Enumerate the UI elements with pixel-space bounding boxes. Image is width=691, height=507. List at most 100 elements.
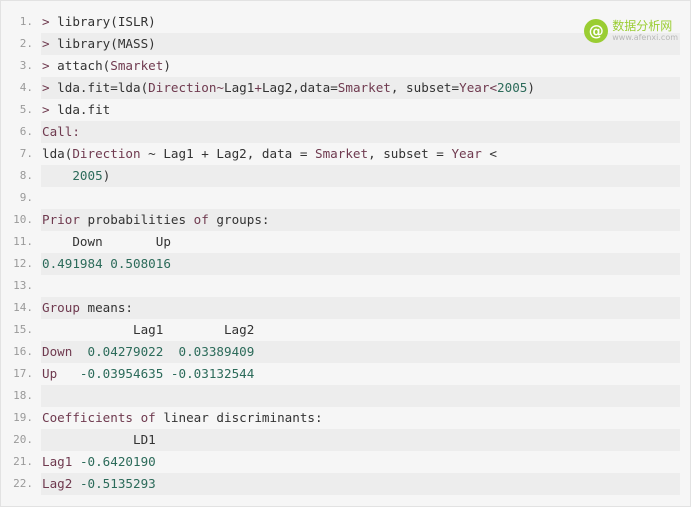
code-token: ~: [216, 80, 225, 95]
logo-glyph: @: [588, 22, 604, 40]
code-token: Call:: [42, 124, 80, 139]
code-line: 16. Down 0.04279022 0.03389409: [1, 341, 690, 363]
code-text: Call:: [42, 121, 80, 143]
code-text: Group means:: [42, 297, 133, 319]
code-token: 0.491984 0.508016: [42, 256, 171, 271]
code-text: Lag2 -0.5135293: [42, 473, 156, 495]
code-token: Coefficients: [42, 410, 133, 425]
code-token: ~ Lag1 + Lag2, data =: [140, 146, 315, 161]
code-token: 2005: [497, 80, 528, 95]
code-text: 0.491984 0.508016: [42, 253, 171, 275]
code-text: Up -0.03954635 -0.03132544: [42, 363, 254, 385]
code-token: ): [527, 80, 535, 95]
code-text: Down Up: [42, 231, 171, 253]
line-number: 9.: [19, 191, 33, 204]
code-token: Lag2,data=: [261, 80, 338, 95]
code-token: Lag1: [224, 80, 255, 95]
code-token: >: [42, 36, 58, 51]
code-line: 21. Lag1 -0.6420190: [1, 451, 690, 473]
code-token: Smarket: [110, 58, 164, 73]
code-block: 1. > library(ISLR) 2. > library(MASS) 3. > at…: [0, 0, 691, 507]
code-token: 2005: [72, 168, 103, 183]
line-number: 15.: [13, 323, 33, 336]
line-number: 8.: [19, 169, 33, 182]
code-text: LD1: [42, 429, 156, 451]
line-number: 14.: [13, 301, 33, 314]
code-token: >: [42, 102, 58, 117]
code-line: 19. Coefficients of linear discriminants:: [1, 407, 690, 429]
code-token: lda.fit=lda(: [57, 80, 149, 95]
line-number: 12.: [13, 257, 33, 270]
code-text: > library(MASS): [42, 33, 156, 55]
line-number: 5.: [19, 103, 33, 116]
code-token: -0.03954635 -0.03132544: [79, 366, 255, 381]
code-line: 4. > lda.fit=lda(Direction~Lag1+Lag2,data…: [1, 77, 690, 99]
code-text: Lag1 -0.6420190: [42, 451, 156, 473]
code-token: probabilities: [79, 212, 194, 227]
line-number: 22.: [13, 477, 33, 490]
code-token: -0.5135293: [79, 476, 156, 491]
code-line: 14. Group means:: [1, 297, 690, 319]
watermark-title: 数据分析网: [612, 19, 673, 33]
code-line: 12. 0.491984 0.508016: [1, 253, 690, 275]
code-line: 9.: [1, 187, 690, 209]
code-token: groups:: [208, 212, 270, 227]
code-token: Down: [42, 344, 73, 359]
code-token: -0.6420190: [79, 454, 156, 469]
line-number: 16.: [13, 345, 33, 358]
code-text: > lda.fit: [42, 99, 110, 121]
code-token: Down Up: [42, 234, 171, 249]
code-token: Year: [459, 80, 490, 95]
code-token: library(MASS): [57, 36, 156, 51]
code-token: Direction: [72, 146, 141, 161]
line-number: 6.: [19, 125, 33, 138]
code-token: of: [193, 212, 209, 227]
code-token: 0.04279022 0.03389409: [87, 344, 255, 359]
code-token: Prior: [42, 212, 80, 227]
line-number: 2.: [19, 37, 33, 50]
code-token: linear discriminants:: [155, 410, 323, 425]
code-token: +: [254, 80, 262, 95]
watermark-text: 数据分析网 www.afenxi.com: [612, 20, 678, 42]
site-watermark: @ 数据分析网 www.afenxi.com: [584, 19, 678, 43]
code-line: 10. Prior probabilities of groups:: [1, 209, 690, 231]
code-text: > lda.fit=lda(Direction~Lag1+Lag2,data=S…: [42, 77, 535, 99]
watermark-subtitle: www.afenxi.com: [612, 33, 678, 42]
code-text: > library(ISLR): [42, 11, 156, 33]
code-text: Coefficients of linear discriminants:: [42, 407, 323, 429]
code-line: 13.: [1, 275, 690, 297]
line-number: 3.: [19, 59, 33, 72]
code-line: 7. lda(Direction ~ Lag1 + Lag2, data = Sm…: [1, 143, 690, 165]
line-number: 4.: [19, 81, 33, 94]
code-token: attach(: [57, 58, 111, 73]
code-token: , subset =: [368, 146, 452, 161]
code-token: <: [481, 146, 497, 161]
code-token: Lag1: [42, 454, 73, 469]
code-token: >: [42, 58, 58, 73]
code-token: of: [140, 410, 156, 425]
line-number: 20.: [13, 433, 33, 446]
code-token: >: [42, 80, 58, 95]
code-text: > attach(Smarket): [42, 55, 171, 77]
line-number: 13.: [13, 279, 33, 292]
line-number: 21.: [13, 455, 33, 468]
afenxi-logo-icon: @: [584, 19, 609, 43]
code-token: means:: [79, 300, 134, 315]
line-number: 18.: [13, 389, 33, 402]
code-token: Up: [42, 366, 58, 381]
code-line: 20. LD1: [1, 429, 690, 451]
code-token: lda(: [42, 146, 73, 161]
code-line: 3. > attach(Smarket): [1, 55, 690, 77]
line-number: 11.: [13, 235, 33, 248]
code-line: 22. Lag2 -0.5135293: [1, 473, 690, 495]
code-line: 17. Up -0.03954635 -0.03132544: [1, 363, 690, 385]
code-token: Smarket: [314, 146, 369, 161]
line-number: 1.: [19, 15, 33, 28]
code-token: ): [102, 168, 111, 183]
code-token: Year: [451, 146, 482, 161]
